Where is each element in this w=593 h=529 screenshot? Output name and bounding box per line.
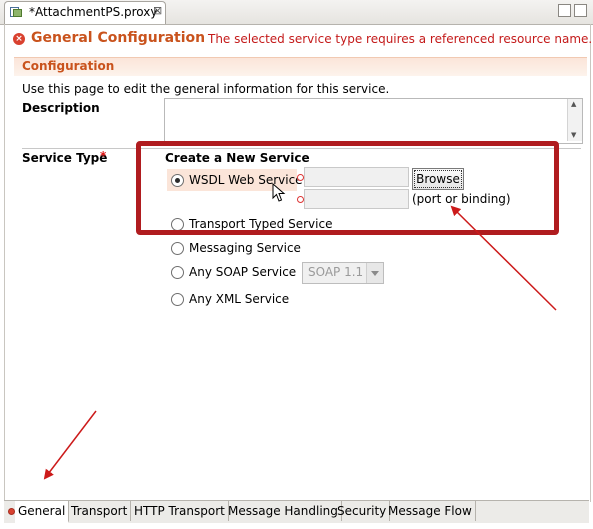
tab-transport[interactable]: Transport — [68, 501, 132, 521]
tab-security[interactable]: Security — [334, 501, 391, 521]
radio-button[interactable] — [171, 242, 184, 255]
radio-label: Any XML Service — [189, 292, 290, 306]
error-icon — [8, 508, 15, 515]
proxy-file-icon — [10, 7, 22, 17]
tab-http-transport[interactable]: HTTP Transport — [131, 501, 229, 521]
window-controls — [555, 2, 589, 20]
error-icon: × — [13, 33, 25, 45]
description-label: Description — [22, 101, 100, 115]
maximize-icon[interactable] — [574, 4, 587, 17]
minimize-icon[interactable] — [558, 4, 571, 17]
tab-general[interactable]: General — [15, 501, 70, 523]
section-title: Configuration — [22, 59, 115, 73]
tab-message-handling[interactable]: Message Handling — [225, 501, 342, 521]
description-textarea[interactable] — [164, 98, 583, 144]
dropdown-arrow-icon[interactable] — [366, 263, 383, 283]
editor-tab-attachmentps[interactable]: *AttachmentPS.proxy ⊠ — [4, 1, 166, 24]
soap-version-select[interactable]: SOAP 1.1 — [302, 262, 384, 284]
close-icon[interactable]: ⊠ — [153, 4, 162, 17]
radio-label: Messaging Service — [189, 241, 301, 255]
cursor-icon — [272, 183, 286, 202]
radio-button[interactable] — [171, 266, 184, 279]
section-description: Use this page to edit the general inform… — [22, 82, 390, 96]
editor-page-tabs: General Transport HTTP Transport Message… — [4, 500, 589, 523]
error-message: The selected service type requires a ref… — [208, 32, 593, 46]
page-title: General Configuration — [31, 30, 206, 46]
radio-label: Any SOAP Service — [189, 265, 297, 279]
radio-button[interactable] — [171, 293, 184, 306]
soap-version-value: SOAP 1.1 — [308, 265, 364, 279]
scroll-up-icon[interactable]: ▲ — [571, 100, 576, 108]
scroll-down-icon[interactable]: ▼ — [571, 131, 576, 139]
editor-tab-title: *AttachmentPS.proxy — [29, 5, 158, 19]
service-type-label: Service Type — [22, 151, 108, 165]
required-marker: * — [100, 149, 107, 163]
description-scrollbar[interactable]: ▲ ▼ — [567, 99, 582, 141]
annotation-highlight-box — [136, 141, 559, 235]
tab-message-flow[interactable]: Message Flow — [385, 501, 476, 521]
